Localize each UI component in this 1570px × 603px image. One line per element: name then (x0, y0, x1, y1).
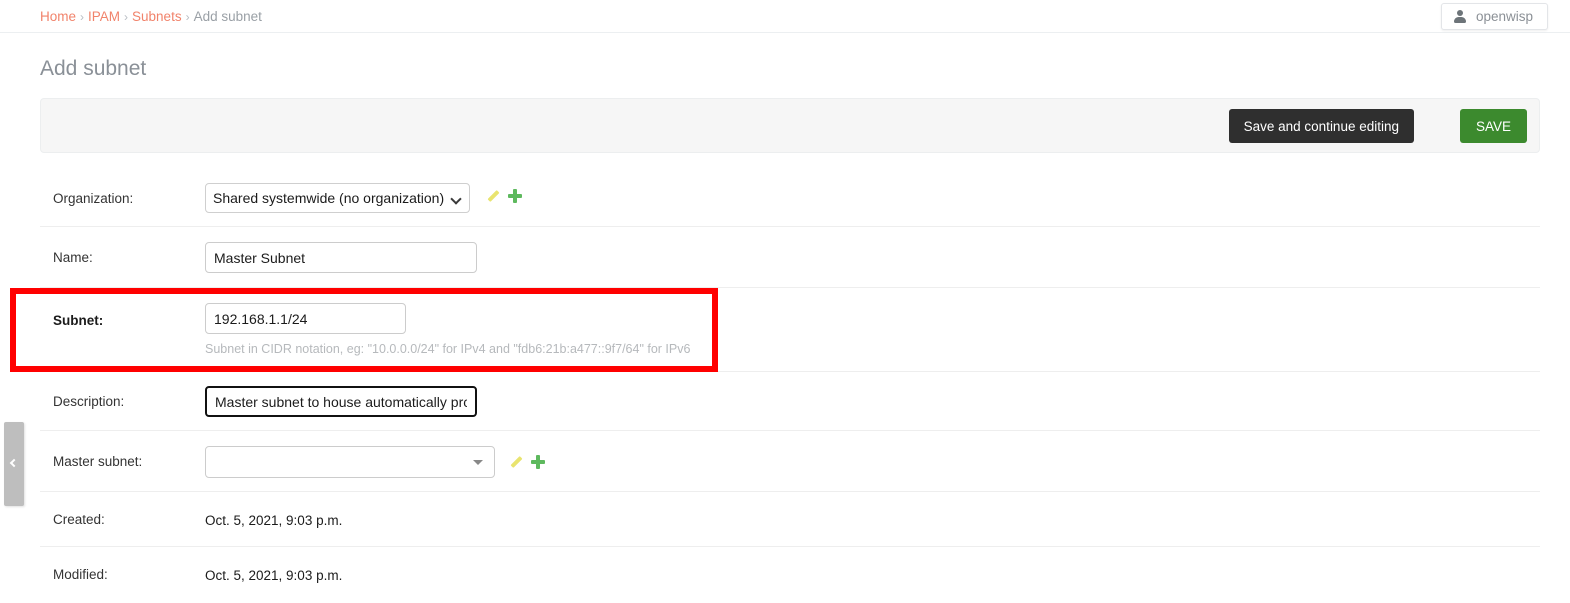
name-field (205, 242, 477, 273)
breadcrumb-separator: › (80, 10, 85, 24)
organization-label: Organization: (53, 191, 134, 206)
username-label: openwisp (1475, 9, 1533, 24)
form-row-master-subnet: Master subnet: (40, 431, 1540, 492)
form-row-organization: Organization: Shared systemwide (no orga… (40, 170, 1540, 227)
created-label: Created: (53, 512, 105, 527)
sidebar-toggle-handle[interactable] (4, 422, 24, 506)
breadcrumb-item-ipam[interactable]: IPAM (88, 9, 120, 24)
organization-actions (486, 189, 523, 203)
save-and-continue-button[interactable]: Save and continue editing (1228, 109, 1414, 143)
organization-field: Shared systemwide (no organization) (205, 183, 523, 213)
form-row-name: Name: (40, 227, 1540, 288)
description-label: Description: (53, 394, 125, 409)
page-title: Add subnet (40, 57, 147, 80)
form-row-subnet: Subnet: Subnet in CIDR notation, eg: "10… (40, 288, 1540, 372)
person-icon (1454, 9, 1467, 24)
top-bar: Home › IPAM › Subnets › Add subnet openwisp (0, 0, 1570, 33)
save-button[interactable]: SAVE (1459, 109, 1527, 143)
plus-icon[interactable] (508, 189, 523, 203)
modified-value: Oct. 5, 2021, 9:03 p.m. (205, 568, 343, 583)
plus-icon[interactable] (531, 455, 545, 469)
admin-page: Home › IPAM › Subnets › Add subnet openwisp Ad… (0, 0, 1570, 603)
description-input[interactable] (205, 386, 477, 417)
breadcrumb-separator: › (185, 10, 190, 24)
breadcrumb-item-current: Add subnet (193, 9, 262, 24)
modified-label: Modified: (53, 567, 108, 582)
breadcrumb-separator: › (124, 10, 129, 24)
breadcrumb-item-subnets[interactable]: Subnets (132, 9, 182, 24)
name-input[interactable] (205, 242, 477, 273)
subnet-input[interactable] (205, 303, 406, 334)
caret-down-icon (473, 460, 483, 465)
master-subnet-label: Master subnet: (53, 454, 143, 469)
form-row-created: Created: Oct. 5, 2021, 9:03 p.m. (40, 492, 1540, 547)
modified-value-wrap: Oct. 5, 2021, 9:03 p.m. (205, 567, 342, 585)
master-subnet-actions (509, 455, 545, 469)
submit-row-top: Save and continue editing SAVE (40, 98, 1540, 153)
master-subnet-field (205, 446, 545, 478)
created-value: Oct. 5, 2021, 9:03 p.m. (205, 513, 343, 528)
subnet-label: Subnet: (53, 313, 104, 328)
created-value-wrap: Oct. 5, 2021, 9:03 p.m. (205, 512, 342, 530)
description-field (205, 386, 477, 417)
pencil-icon[interactable] (486, 189, 500, 203)
chevron-left-icon (9, 458, 19, 468)
organization-select[interactable]: Shared systemwide (no organization) (205, 183, 470, 213)
user-menu-button[interactable]: openwisp (1440, 3, 1548, 30)
subnet-help-text: Subnet in CIDR notation, eg: "10.0.0.0/2… (205, 342, 691, 356)
name-label: Name: (53, 250, 93, 265)
master-subnet-select[interactable] (205, 446, 495, 478)
form-row-description: Description: (40, 372, 1540, 431)
pencil-icon[interactable] (509, 455, 523, 469)
subnet-field: Subnet in CIDR notation, eg: "10.0.0.0/2… (205, 303, 690, 356)
breadcrumb: Home › IPAM › Subnets › Add subnet (40, 9, 262, 24)
organization-select-wrap: Shared systemwide (no organization) (205, 183, 470, 213)
breadcrumb-item-home[interactable]: Home (40, 9, 76, 24)
form-row-modified: Modified: Oct. 5, 2021, 9:03 p.m. (40, 547, 1540, 602)
